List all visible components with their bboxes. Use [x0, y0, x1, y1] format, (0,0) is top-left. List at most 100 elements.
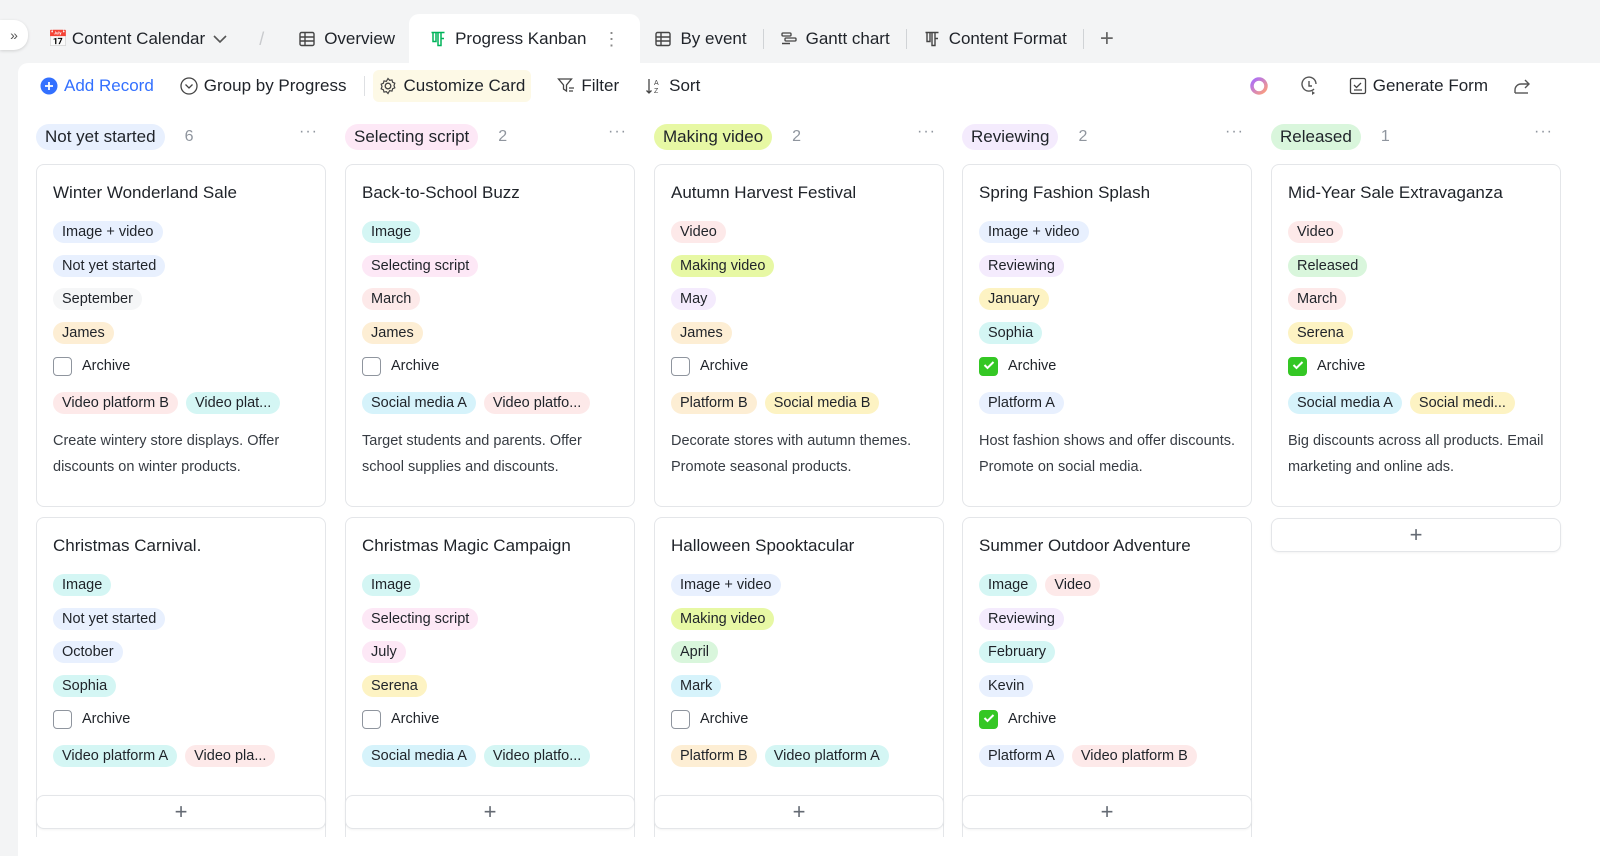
- archive-label: Archive: [391, 711, 440, 728]
- format-field: Image: [53, 574, 309, 596]
- more-horizontal-icon[interactable]: ···: [608, 123, 627, 141]
- month-field: February: [979, 641, 1235, 664]
- tab-label: Gantt chart: [805, 29, 890, 48]
- channel-tag: Video platform A: [53, 745, 178, 768]
- owner-field: James: [53, 321, 309, 344]
- add-record-label: Add Record: [64, 76, 154, 95]
- group-count: 6: [184, 128, 194, 145]
- month-field: March: [362, 288, 618, 311]
- add-card-button[interactable]: +: [1271, 518, 1561, 552]
- tab-by-event[interactable]: By event: [640, 14, 760, 64]
- add-view-button[interactable]: +: [1086, 25, 1128, 53]
- more-horizontal-icon[interactable]: ···: [917, 123, 936, 141]
- card-title: Winter Wonderland Sale: [53, 183, 237, 202]
- record-card[interactable]: Winter Wonderland Sale Image + video Not y…: [36, 164, 326, 507]
- card-title: Christmas Carnival.: [53, 536, 202, 555]
- tab-gantt-chart[interactable]: Gantt chart: [766, 14, 904, 64]
- record-card[interactable]: Mid-Year Sale Extravaganza Video Released M…: [1271, 164, 1561, 507]
- channel-tag: Video platform A: [764, 745, 889, 768]
- clock-history-icon: [1299, 76, 1319, 96]
- double-chevron-right-icon: »: [10, 27, 18, 43]
- format-tag: Image: [979, 574, 1038, 596]
- base-title[interactable]: 📅 Content Calendar: [46, 14, 241, 64]
- generate-form-button[interactable]: Generate Form: [1349, 70, 1488, 102]
- archive-checkbox[interactable]: [671, 356, 690, 376]
- sort-button[interactable]: AZ Sort: [645, 70, 700, 102]
- add-card-button[interactable]: +: [345, 795, 635, 829]
- owner-field: Sophia: [979, 321, 1235, 344]
- more-horizontal-icon[interactable]: ···: [299, 123, 318, 141]
- toolbar: Add Record Group by Progress Customize C…: [18, 63, 1600, 109]
- record-card[interactable]: Autumn Harvest Festival Video Making video…: [654, 164, 944, 507]
- channel-field: Social media A Video platfo...: [362, 392, 618, 415]
- record-card[interactable]: Christmas Magic Campaign Image Selecting s…: [345, 517, 635, 837]
- archive-checkbox[interactable]: [53, 709, 72, 729]
- format-field: Image + video: [53, 221, 309, 243]
- archive-field: Archive: [53, 355, 309, 377]
- share-button[interactable]: [1512, 70, 1538, 102]
- progress-tag: Reviewing: [979, 607, 1064, 630]
- gantt-icon: [780, 30, 798, 48]
- month-field: October: [53, 641, 309, 664]
- archive-field: Archive: [979, 708, 1235, 730]
- owner-tag: James: [671, 321, 732, 344]
- channel-field: Social media A Video platfo...: [362, 745, 618, 768]
- filter-icon: [557, 77, 575, 95]
- archive-checkbox[interactable]: [979, 356, 998, 376]
- progress-field: Reviewing: [979, 254, 1235, 277]
- toolbar-divider: [364, 76, 366, 96]
- channel-field: Platform B Social media B: [671, 392, 927, 415]
- record-card[interactable]: Spring Fashion Splash Image + video Review…: [962, 164, 1252, 507]
- archive-checkbox[interactable]: [979, 709, 998, 729]
- format-tag: Image + video: [53, 221, 163, 243]
- plus-icon: +: [1100, 799, 1114, 824]
- archive-checkbox[interactable]: [1288, 356, 1307, 376]
- month-tag: May: [671, 288, 717, 311]
- channel-field: Platform B Video platform A: [671, 745, 927, 768]
- archive-checkbox[interactable]: [53, 356, 72, 376]
- owner-tag: Kevin: [979, 674, 1034, 697]
- top-bar: » 📅 Content Calendar / Overview Progress…: [0, 0, 1600, 64]
- tab-progress-kanban[interactable]: Progress Kanban ⋮: [409, 14, 641, 64]
- more-horizontal-icon[interactable]: ···: [1225, 123, 1244, 141]
- expand-sidebar-button[interactable]: »: [0, 20, 28, 50]
- ai-assistant-button[interactable]: [1249, 70, 1275, 102]
- record-card[interactable]: Halloween Spooktacular Image + video Makin…: [654, 517, 944, 837]
- record-card[interactable]: Summer Outdoor Adventure Image Video Review…: [962, 517, 1252, 837]
- archive-checkbox[interactable]: [362, 709, 381, 729]
- more-vertical-icon[interactable]: ⋮: [602, 29, 620, 50]
- progress-tag: Making video: [671, 254, 775, 277]
- format-tag: Video: [1288, 221, 1343, 243]
- history-button[interactable]: [1299, 70, 1325, 102]
- add-record-button[interactable]: Add Record: [40, 70, 154, 102]
- chevron-down-icon[interactable]: [213, 31, 227, 47]
- group-label: Reviewing: [962, 124, 1059, 150]
- owner-field: Serena: [362, 674, 618, 697]
- tab-label: Overview: [324, 29, 396, 48]
- archive-checkbox[interactable]: [671, 709, 690, 729]
- progress-tag: Released: [1288, 254, 1368, 277]
- progress-tag: Reviewing: [979, 254, 1064, 277]
- tab-content-format[interactable]: Content Format: [909, 14, 1081, 64]
- channel-field: Video platform B Video plat...: [53, 392, 309, 415]
- more-horizontal-icon[interactable]: ···: [1534, 123, 1553, 141]
- progress-field: Making video: [671, 607, 927, 630]
- record-card[interactable]: Christmas Carnival. Image Not yet started O…: [36, 517, 326, 837]
- archive-checkbox[interactable]: [362, 356, 381, 376]
- record-card[interactable]: Back-to-School Buzz Image Selecting script…: [345, 164, 635, 507]
- month-field: July: [362, 641, 618, 664]
- tab-label: Progress Kanban: [455, 29, 587, 48]
- channel-tag: Video platfo...: [483, 392, 591, 415]
- month-field: April: [671, 641, 927, 664]
- group-by-button[interactable]: Group by Progress: [180, 70, 346, 102]
- month-field: May: [671, 288, 927, 311]
- base-title-text: Content Calendar: [71, 29, 206, 48]
- tab-overview[interactable]: Overview: [284, 14, 409, 64]
- format-tag: Video: [671, 221, 726, 243]
- add-card-button[interactable]: +: [962, 795, 1252, 829]
- filter-button[interactable]: Filter: [557, 70, 619, 102]
- add-card-button[interactable]: +: [654, 795, 944, 829]
- customize-card-button[interactable]: Customize Card: [373, 70, 532, 102]
- add-card-button[interactable]: +: [36, 795, 326, 829]
- column-header: Released 1 ···: [1271, 123, 1561, 151]
